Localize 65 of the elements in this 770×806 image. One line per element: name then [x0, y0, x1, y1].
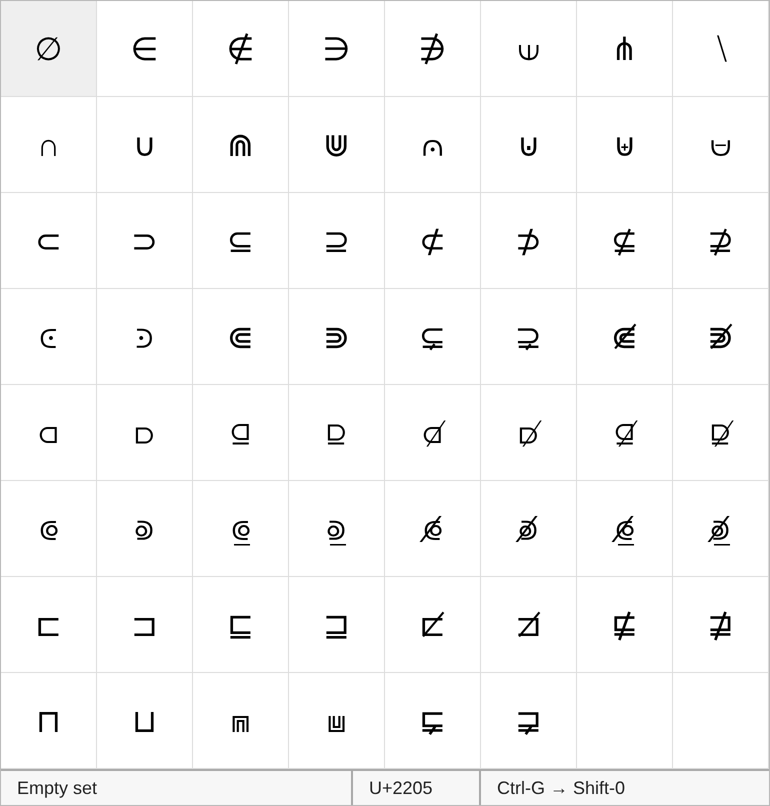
symbol-cell[interactable]: ⊐ — [97, 577, 193, 673]
symbol-cell[interactable]: ⊒ — [289, 577, 385, 673]
symbol-cell[interactable]: ⫑ — [193, 385, 289, 481]
symbol-cell[interactable]: ⪽ — [1, 289, 97, 385]
symbol-cell[interactable]: ⋣ — [673, 577, 769, 673]
symbol-cell[interactable]: ⋐ — [193, 289, 289, 385]
symbol-cell[interactable]: ⊓ — [1, 673, 97, 769]
symbol-cell[interactable]: ⊑ — [193, 577, 289, 673]
symbol-cell[interactable]: ⫐̸ — [481, 385, 577, 481]
symbol-cell[interactable]: ⋑̸ — [673, 289, 769, 385]
symbol-cell[interactable]: ⟃̲ — [193, 481, 289, 577]
symbol-cell[interactable]: ∈ — [97, 1, 193, 97]
symbol-cell[interactable]: ⟃ — [1, 481, 97, 577]
symbol-cell[interactable]: ⊐̸ — [481, 577, 577, 673]
symbol-cell[interactable]: ⫐ — [97, 385, 193, 481]
character-name: Empty set — [17, 776, 98, 800]
symbol-cell[interactable]: ⋤ — [385, 673, 481, 769]
symbol-cell[interactable]: ⟃̸̲ — [577, 481, 673, 577]
symbol-cell[interactable]: ⪾ — [97, 289, 193, 385]
symbol-cell[interactable]: ⋢ — [577, 577, 673, 673]
symbol-cell[interactable]: ⊃ — [97, 193, 193, 289]
symbol-cell[interactable]: ⋥ — [481, 673, 577, 769]
symbol-cell[interactable]: ⊏ — [1, 577, 97, 673]
symbol-cell[interactable]: ⋒ — [193, 97, 289, 193]
symbol-cell[interactable]: ⊆ — [193, 193, 289, 289]
symbol-cell[interactable]: ∌ — [385, 1, 481, 97]
symbol-cell[interactable]: ⊋ — [481, 289, 577, 385]
keyboard-shortcut: Ctrl-G → Shift-0 — [497, 776, 626, 800]
symbol-cell[interactable]: ⊈ — [577, 193, 673, 289]
symbol-cell[interactable]: ⩎ — [193, 673, 289, 769]
symbol-cell[interactable]: ⟄̲ — [289, 481, 385, 577]
symbol-cell[interactable]: ⫑̸ — [577, 385, 673, 481]
symbol-cell[interactable]: ⟄ — [97, 481, 193, 577]
symbol-cell[interactable]: ⩏ — [289, 673, 385, 769]
symbol-cell[interactable]: ⋓ — [289, 97, 385, 193]
code-point: U+2205 — [369, 776, 433, 800]
symbol-cell[interactable]: ∩ — [1, 97, 97, 193]
symbol-cell[interactable]: ⫏̸ — [385, 385, 481, 481]
symbol-cell[interactable]: ∅ — [1, 1, 97, 97]
symbol-cell[interactable]: ⊂ — [1, 193, 97, 289]
symbol-cell[interactable]: ⊄ — [385, 193, 481, 289]
symbol-cell[interactable]: ∉ — [193, 1, 289, 97]
symbol-cell[interactable]: ∪ — [97, 97, 193, 193]
symbol-cell[interactable]: ⊔ — [97, 673, 193, 769]
symbol-cell[interactable]: ⟒ — [481, 1, 577, 97]
symbol-cell[interactable]: ⫒̸ — [673, 385, 769, 481]
symbol-cell[interactable]: ⫒ — [289, 385, 385, 481]
symbol-cell[interactable]: ⊇ — [289, 193, 385, 289]
symbol-cell[interactable]: ⟄̸ — [481, 481, 577, 577]
symbol-cell[interactable]: ⟃̸ — [385, 481, 481, 577]
symbol-cell[interactable]: ⋑ — [289, 289, 385, 385]
symbol-cell[interactable]: ⊉ — [673, 193, 769, 289]
symbol-cell[interactable]: ⩁ — [673, 97, 769, 193]
symbol-cell[interactable]: ∋ — [289, 1, 385, 97]
symbol-cell[interactable]: ⊅ — [481, 193, 577, 289]
symbol-cell[interactable]: ⩀ — [385, 97, 481, 193]
symbol-cell[interactable]: ∖ — [673, 1, 769, 97]
symbol-cell[interactable]: ⋔ — [577, 1, 673, 97]
symbol-cell[interactable]: ⊍ — [481, 97, 577, 193]
symbol-cell[interactable]: ⊏̸ — [385, 577, 481, 673]
symbol-cell[interactable]: ⋐̸ — [577, 289, 673, 385]
symbol-cell[interactable]: ⟄̸̲ — [673, 481, 769, 577]
symbol-cell[interactable]: ⫏ — [1, 385, 97, 481]
symbol-cell[interactable]: ⊊ — [385, 289, 481, 385]
symbol-cell[interactable]: ⊎ — [577, 97, 673, 193]
